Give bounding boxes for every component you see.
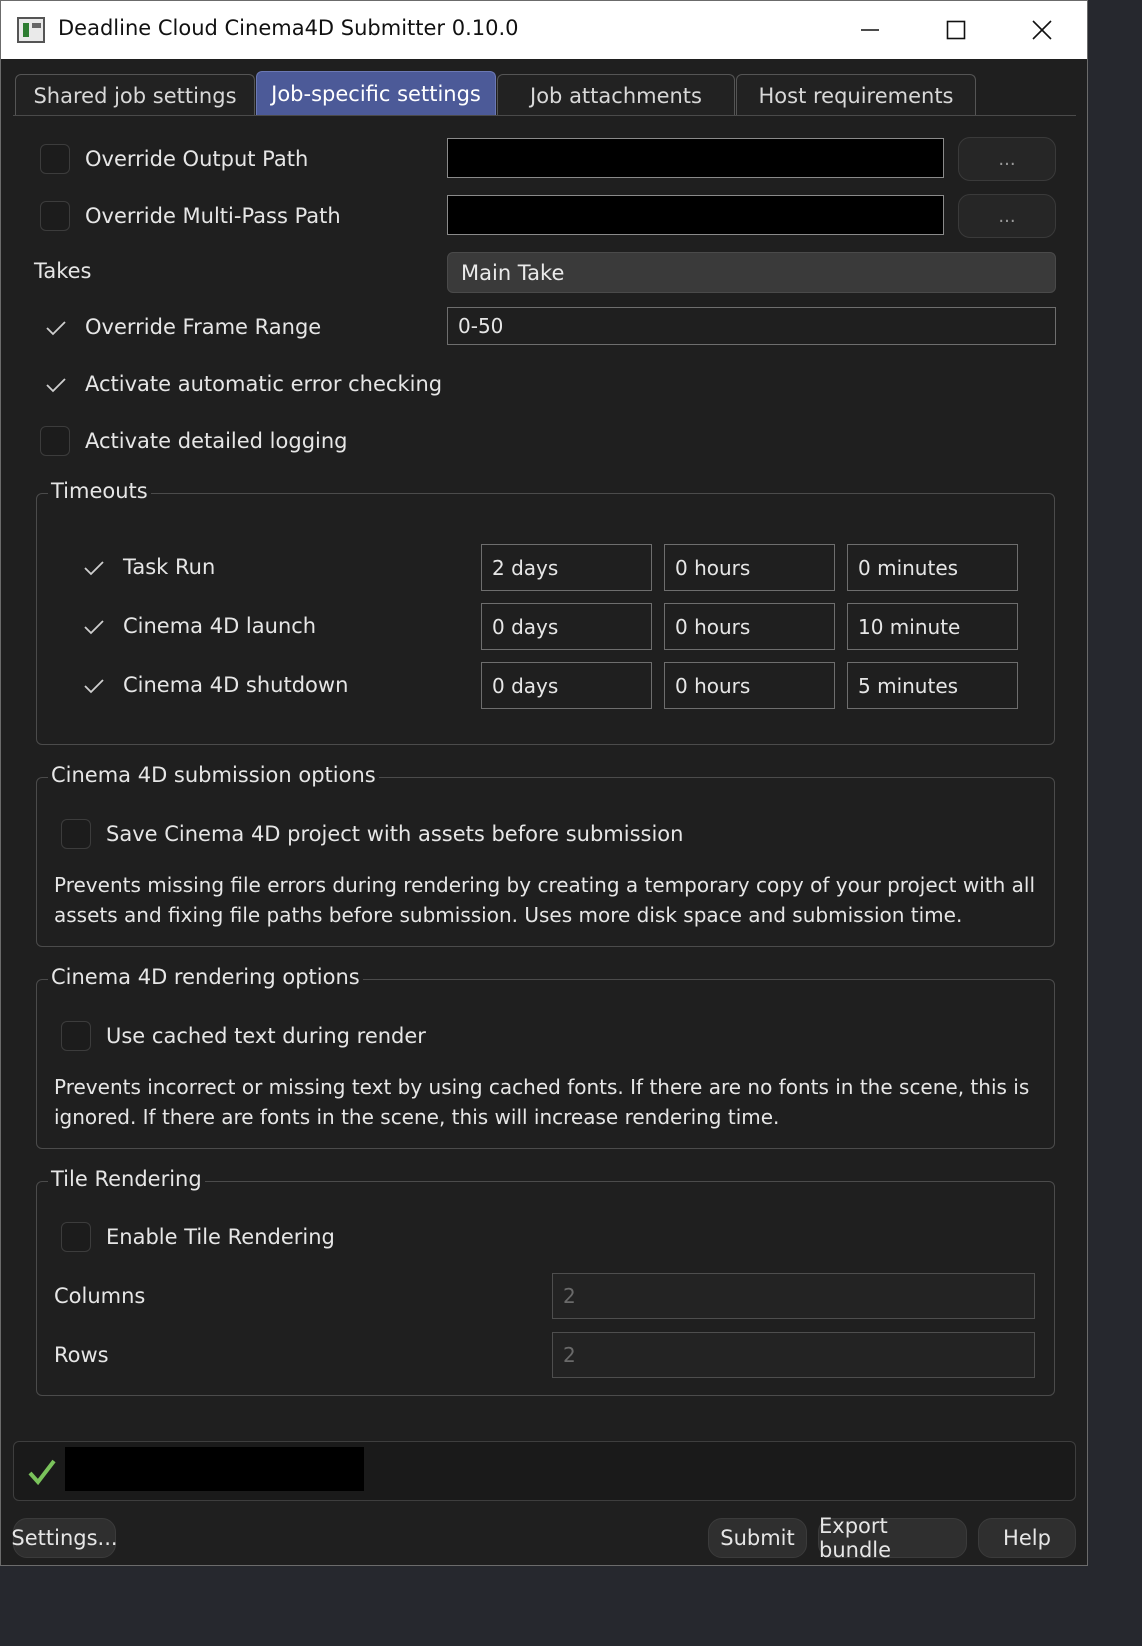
timeouts-group-title: Timeouts <box>48 479 151 503</box>
detailed-logging-checkbox[interactable] <box>40 426 70 456</box>
enable-tile-rendering-checkbox[interactable] <box>61 1222 91 1252</box>
tab-job-specific-settings[interactable]: Job-specific settings <box>256 71 496 116</box>
task-run-days-spinbox[interactable]: 2 days <box>481 544 652 591</box>
c4d-launch-days-spinbox[interactable]: 0 days <box>481 603 652 650</box>
override-output-path-label: Override Output Path <box>85 147 309 171</box>
takes-select[interactable]: Main Take <box>447 252 1056 293</box>
override-multipass-path-label: Override Multi-Pass Path <box>85 204 341 228</box>
c4d-launch-hours-spinbox[interactable]: 0 hours <box>664 603 835 650</box>
submission-options-description: Prevents missing file errors during rend… <box>54 873 1035 927</box>
check-icon <box>84 620 104 635</box>
task-run-minutes-spinbox[interactable]: 0 minutes <box>847 544 1018 591</box>
override-frame-range-checkbox[interactable] <box>40 312 70 342</box>
maximize-button[interactable] <box>913 1 999 59</box>
c4d-shutdown-days-spinbox[interactable]: 0 days <box>481 662 652 709</box>
export-bundle-button[interactable]: Export bundle <box>818 1514 967 1562</box>
settings-button[interactable]: Settings... <box>11 1518 118 1558</box>
check-icon <box>84 679 104 694</box>
auto-error-checking-label: Activate automatic error checking <box>85 372 443 396</box>
tab-job-attachments[interactable]: Job attachments <box>497 74 735 116</box>
c4d-shutdown-timeout-checkbox[interactable] <box>78 670 108 700</box>
cached-text-checkbox[interactable] <box>61 1021 91 1051</box>
minimize-icon <box>861 29 879 31</box>
c4d-launch-timeout-checkbox[interactable] <box>78 611 108 641</box>
tab-host-requirements[interactable]: Host requirements <box>736 74 976 116</box>
output-path-input[interactable] <box>447 138 944 178</box>
status-bar <box>13 1441 1076 1501</box>
rows-spinbox[interactable]: 2 <box>552 1332 1035 1378</box>
tile-rendering-group-title: Tile Rendering <box>48 1167 205 1191</box>
tab-shared-job-settings[interactable]: Shared job settings <box>15 74 255 116</box>
auto-error-checking-checkbox[interactable] <box>40 369 70 399</box>
c4d-launch-timeout-label: Cinema 4D launch <box>123 614 317 638</box>
status-message <box>65 1447 364 1491</box>
columns-spinbox[interactable]: 2 <box>552 1273 1035 1319</box>
check-icon <box>84 561 104 576</box>
close-icon <box>1032 20 1052 40</box>
green-check-icon <box>28 1459 56 1486</box>
window-title: Deadline Cloud Cinema4D Submitter 0.10.0 <box>58 16 519 40</box>
check-icon <box>46 321 66 336</box>
enable-tile-rendering-label: Enable Tile Rendering <box>106 1225 335 1249</box>
override-frame-range-label: Override Frame Range <box>85 315 322 339</box>
rows-label: Rows <box>54 1343 109 1367</box>
submit-button[interactable]: Submit <box>708 1518 807 1558</box>
cached-text-label: Use cached text during render <box>106 1024 426 1048</box>
check-icon <box>46 378 66 393</box>
task-run-timeout-label: Task Run <box>123 555 216 579</box>
title-bar: Deadline Cloud Cinema4D Submitter 0.10.0 <box>1 1 1087 59</box>
save-with-assets-label: Save Cinema 4D project with assets befor… <box>106 822 684 846</box>
help-button[interactable]: Help <box>978 1518 1076 1558</box>
multipass-path-browse-button[interactable]: ... <box>958 194 1056 238</box>
rendering-options-description: Prevents incorrect or missing text by us… <box>54 1075 1030 1129</box>
takes-label: Takes <box>34 259 92 283</box>
task-run-hours-spinbox[interactable]: 0 hours <box>664 544 835 591</box>
maximize-icon <box>946 20 966 40</box>
task-run-timeout-checkbox[interactable] <box>78 552 108 582</box>
submitter-window: Deadline Cloud Cinema4D Submitter 0.10.0… <box>0 0 1088 1566</box>
rendering-options-group-title: Cinema 4D rendering options <box>48 965 363 989</box>
override-output-path-checkbox[interactable] <box>40 144 70 174</box>
app-window-icon <box>17 17 45 43</box>
c4d-shutdown-minutes-spinbox[interactable]: 5 minutes <box>847 662 1018 709</box>
columns-label: Columns <box>54 1284 146 1308</box>
output-path-browse-button[interactable]: ... <box>958 137 1056 181</box>
close-button[interactable] <box>999 1 1085 59</box>
c4d-shutdown-timeout-label: Cinema 4D shutdown <box>123 673 349 697</box>
override-multipass-path-checkbox[interactable] <box>40 201 70 231</box>
detailed-logging-label: Activate detailed logging <box>85 429 348 453</box>
multipass-path-input[interactable] <box>447 195 944 235</box>
frame-range-input[interactable]: 0-50 <box>447 307 1056 345</box>
minimize-button[interactable] <box>827 1 913 59</box>
c4d-launch-minutes-spinbox[interactable]: 10 minute <box>847 603 1018 650</box>
submission-options-group-title: Cinema 4D submission options <box>48 763 379 787</box>
c4d-shutdown-hours-spinbox[interactable]: 0 hours <box>664 662 835 709</box>
save-with-assets-checkbox[interactable] <box>61 819 91 849</box>
